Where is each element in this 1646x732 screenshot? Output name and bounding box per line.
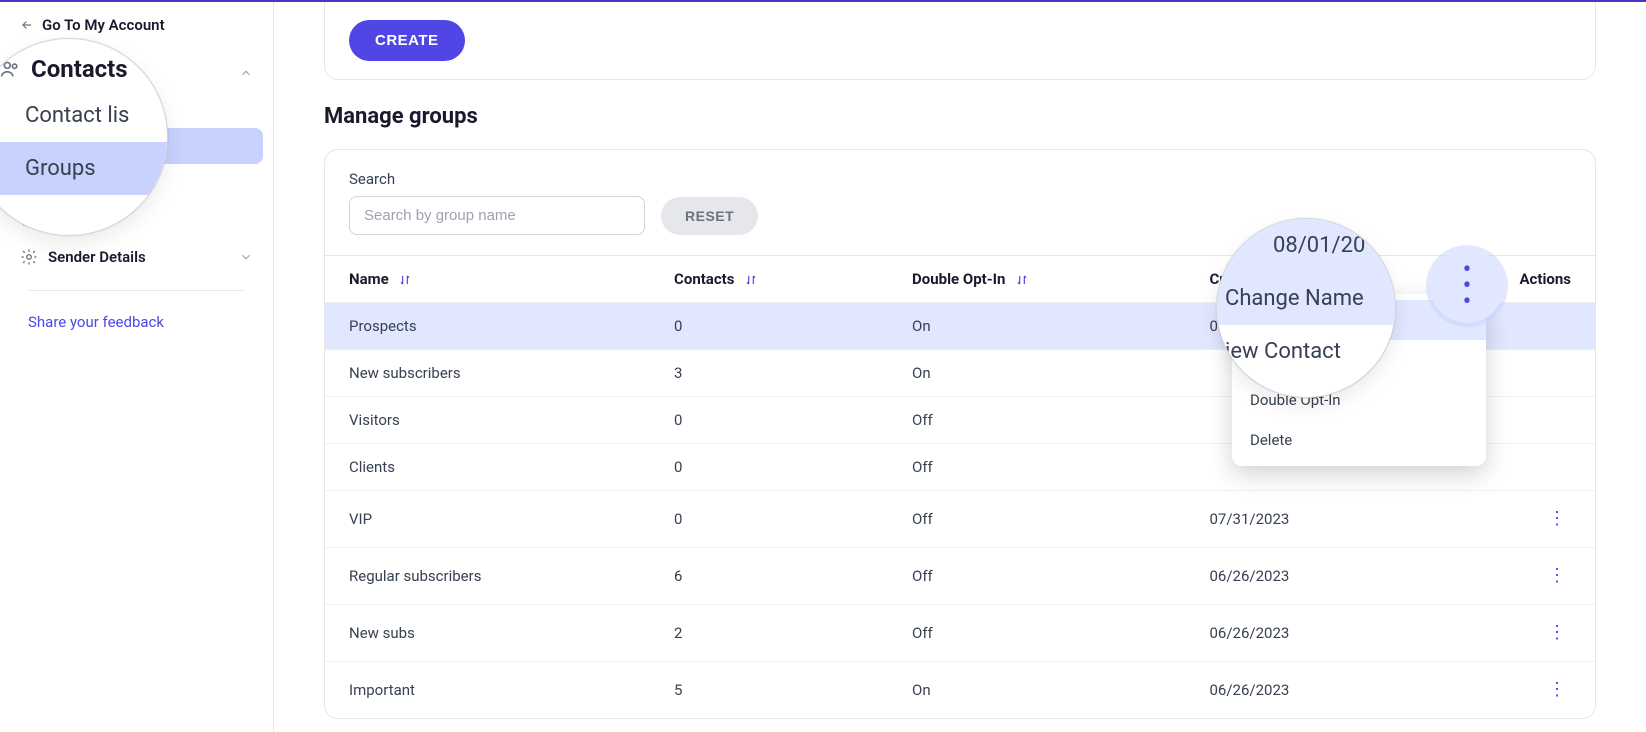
sort-icon — [398, 273, 412, 287]
cell-optin: Off — [888, 491, 1185, 548]
sort-icon — [744, 273, 758, 287]
cell-actions: ⋮ — [1416, 548, 1595, 605]
sidebar-analytics-label: Analytics — [48, 210, 110, 228]
cell-optin: On — [888, 350, 1185, 397]
row-actions-button[interactable]: ⋮ — [1543, 562, 1571, 590]
divider — [28, 290, 245, 291]
col-optin[interactable]: Double Opt-In — [888, 256, 1185, 303]
search-label: Search — [349, 170, 645, 188]
cell-name: Important — [325, 662, 650, 719]
create-button[interactable]: CREATE — [349, 20, 465, 61]
cell-optin: Off — [888, 605, 1185, 662]
menu-delete[interactable]: Delete — [1232, 420, 1486, 460]
table-row: VIP0Off07/31/2023 ⋮ — [325, 491, 1595, 548]
cell-name: New subscribers — [325, 350, 650, 397]
cell-optin: Off — [888, 397, 1185, 444]
menu-view-contacts[interactable]: View Contacts — [1232, 340, 1486, 380]
cell-created: 06/26/2023 — [1185, 662, 1415, 719]
menu-double-optin[interactable]: Double Opt-In — [1232, 380, 1486, 420]
arrow-left-icon — [20, 18, 34, 32]
reset-button[interactable]: RESET — [661, 197, 758, 235]
cell-contacts: 0 — [650, 303, 888, 350]
back-link-label: Go To My Account — [42, 16, 165, 34]
row-actions-button[interactable]: ⋮ — [1543, 619, 1571, 647]
sidebar-item-plugin[interactable]: Plugin — [0, 164, 263, 200]
col-contacts[interactable]: Contacts — [650, 256, 888, 303]
col-name[interactable]: Name — [325, 256, 650, 303]
cell-actions: ⋮ — [1416, 605, 1595, 662]
cell-optin: Off — [888, 444, 1185, 491]
row-actions-button[interactable]: ⋮ — [1543, 505, 1571, 533]
people-icon — [20, 64, 38, 82]
row-actions-menu: Change Name View Contacts Double Opt-In … — [1232, 294, 1486, 466]
cell-actions: ⋮ — [1416, 662, 1595, 719]
go-to-account-link[interactable]: Go To My Account — [0, 16, 273, 48]
table-row: Regular subscribers6Off06/26/2023 ⋮ — [325, 548, 1595, 605]
cell-actions: ⋮ — [1416, 491, 1595, 548]
cell-name: Clients — [325, 444, 650, 491]
cell-contacts: 2 — [650, 605, 888, 662]
cell-name: Regular subscribers — [325, 548, 650, 605]
cell-created: 07/31/2023 — [1185, 491, 1415, 548]
sidebar-contacts-label: Contacts — [48, 64, 108, 82]
cell-optin: On — [888, 303, 1185, 350]
sidebar-item-groups[interactable]: Groups — [0, 128, 263, 164]
more-vertical-icon: ••• — [1463, 264, 1472, 309]
cell-contacts: 0 — [650, 491, 888, 548]
cell-contacts: 3 — [650, 350, 888, 397]
col-optin-label: Double Opt-In — [912, 270, 1005, 288]
actions-kebab-focused[interactable]: ••• — [1430, 249, 1504, 323]
chevron-up-icon — [239, 66, 253, 80]
sidebar-item-contacts[interactable]: Contacts — [0, 54, 273, 92]
gear-icon — [20, 248, 38, 266]
chart-icon — [20, 210, 38, 228]
col-created-label: Created — [1209, 270, 1262, 288]
table-row: New subs2Off06/26/2023 ⋮ — [325, 605, 1595, 662]
cell-optin: On — [888, 662, 1185, 719]
sidebar-item-analytics[interactable]: Analytics — [0, 200, 273, 238]
sort-icon — [1015, 273, 1029, 287]
cell-optin: Off — [888, 548, 1185, 605]
sidebar: Go To My Account Contacts Contact list G… — [0, 2, 274, 732]
cell-name: VIP — [325, 491, 650, 548]
sidebar-sender-label: Sender Details — [48, 248, 146, 266]
row-actions-button[interactable]: ⋮ — [1543, 676, 1571, 704]
chevron-down-icon — [239, 250, 253, 264]
search-input[interactable] — [349, 196, 645, 235]
cell-name: Prospects — [325, 303, 650, 350]
cell-contacts: 6 — [650, 548, 888, 605]
sidebar-item-contact-list[interactable]: Contact list — [0, 92, 263, 128]
col-contacts-label: Contacts — [674, 270, 734, 288]
share-feedback-link[interactable]: Share your feedback — [0, 305, 273, 339]
cell-name: New subs — [325, 605, 650, 662]
col-name-label: Name — [349, 270, 389, 288]
sidebar-item-sender-details[interactable]: Sender Details — [0, 238, 273, 276]
cell-name: Visitors — [325, 397, 650, 444]
cell-contacts: 0 — [650, 397, 888, 444]
cell-contacts: 5 — [650, 662, 888, 719]
cell-created: 06/26/2023 — [1185, 548, 1415, 605]
cell-contacts: 0 — [650, 444, 888, 491]
sort-down-icon — [1272, 273, 1286, 287]
cell-created: 06/26/2023 — [1185, 605, 1415, 662]
table-row: Important5On06/26/2023 ⋮ — [325, 662, 1595, 719]
page-title: Manage groups — [324, 104, 1596, 129]
